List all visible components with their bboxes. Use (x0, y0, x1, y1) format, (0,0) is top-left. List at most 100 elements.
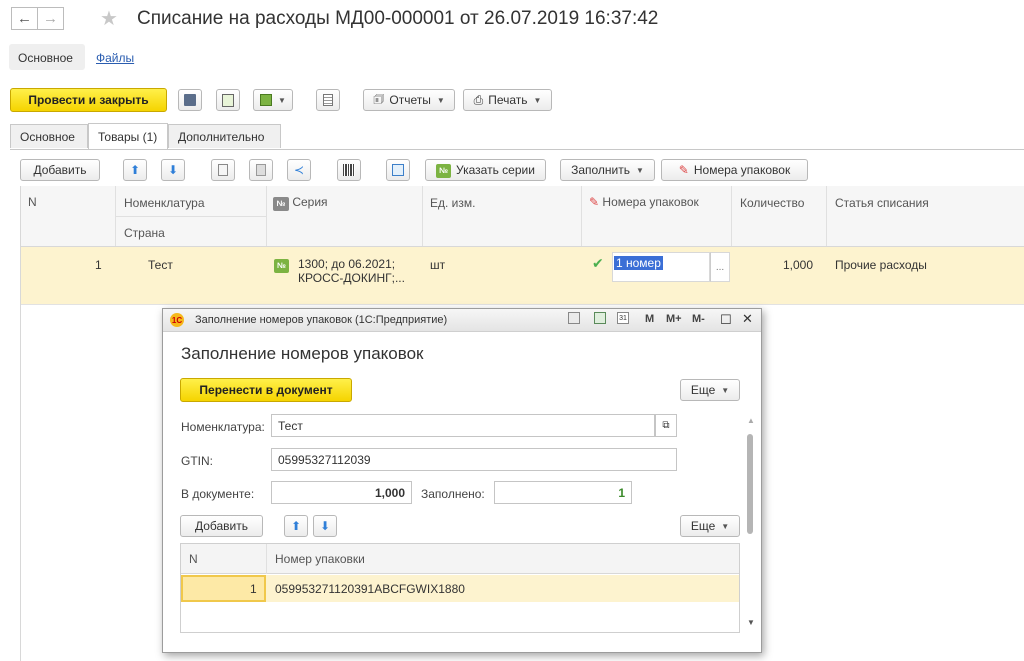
dialog-heading: Заполнение номеров упаковок (181, 344, 424, 363)
filled-field[interactable]: 1 (494, 481, 632, 504)
col-header-unit[interactable]: Ед. изм. (430, 196, 475, 210)
copy-icon (218, 164, 228, 176)
list-icon (323, 94, 333, 106)
move-down-button[interactable]: ⬇ (161, 159, 185, 181)
pack-numbers-button[interactable]: ✎ Номера упаковок (661, 159, 808, 181)
add-button[interactable]: Добавить (20, 159, 100, 181)
back-button[interactable]: ← (11, 7, 38, 30)
dialog-move-down-button[interactable]: ⬇ (313, 515, 337, 537)
split-button[interactable]: ≺ (287, 159, 311, 181)
pencil-icon: ✎ (678, 163, 689, 177)
pencil-icon: ✎ (589, 195, 600, 209)
dialog-window-title: Заполнение номеров упаковок (1С:Предприя… (195, 314, 448, 326)
more-button[interactable]: Еще ▼ (680, 379, 740, 401)
check-icon: ✔ (592, 255, 604, 271)
scroll-down-icon[interactable]: ▼ (747, 618, 755, 627)
checklist-icon (392, 164, 404, 176)
memory-plus-button[interactable]: M+ (666, 313, 682, 325)
col-header-nomenclature[interactable]: Номенклатура (124, 196, 205, 210)
arrow-down-icon: ⬇ (319, 519, 331, 533)
move-up-button[interactable]: ⬆ (123, 159, 147, 181)
calculator-icon[interactable] (594, 312, 606, 324)
structure-button[interactable] (316, 89, 340, 111)
arrow-down-icon: ⬇ (167, 163, 179, 177)
choose-button[interactable]: ... (710, 252, 730, 282)
col-header-pack-number[interactable]: Номер упаковки (275, 552, 365, 566)
col-header-article[interactable]: Статья списания (835, 196, 929, 210)
row-number: 1 (95, 258, 102, 272)
scroll-thumb[interactable] (747, 434, 753, 534)
maximize-icon[interactable]: ☐ (720, 312, 732, 328)
post-close-button[interactable]: Провести и закрыть (10, 88, 167, 112)
table-row[interactable] (20, 247, 1024, 304)
printer-icon: ⎙ (473, 92, 484, 107)
tab-goods[interactable]: Товары (1) (88, 123, 168, 149)
col-header-quantity[interactable]: Количество (740, 196, 804, 210)
col-header-n[interactable]: N (189, 552, 198, 566)
print-icon[interactable] (568, 312, 580, 324)
dialog-add-button[interactable]: Добавить (180, 515, 263, 537)
scroll-up-icon[interactable]: ▲ (747, 416, 755, 425)
select-button[interactable] (386, 159, 410, 181)
arrow-left-icon: ← (17, 10, 32, 27)
row-unit[interactable]: шт (430, 258, 445, 272)
row-packages[interactable]: 1 номер (614, 256, 663, 270)
create-based-button[interactable]: ▼ (253, 89, 293, 111)
memory-minus-button[interactable]: M- (692, 313, 705, 325)
1c-logo-icon: 1С (170, 313, 184, 327)
in-document-field[interactable]: 1,000 (271, 481, 412, 504)
nomenclature-field[interactable]: Тест (271, 414, 655, 437)
copy-button[interactable] (211, 159, 235, 181)
number-icon: № (273, 196, 289, 211)
tab-additional[interactable]: Дополнительно (168, 124, 281, 148)
col-header-country[interactable]: Страна (124, 226, 165, 240)
fill-button[interactable]: Заполнить ▼ (560, 159, 655, 181)
star-icon[interactable]: ★ (100, 6, 118, 31)
arrow-up-icon: ⬆ (129, 163, 141, 177)
dialog-scrollbar[interactable]: ▲ ▼ (744, 416, 756, 634)
paste-button[interactable] (249, 159, 273, 181)
memory-m-button[interactable]: M (645, 313, 654, 325)
tab-main[interactable]: Основное (10, 124, 88, 148)
series-icon: № (436, 162, 452, 178)
arrow-right-icon: → (43, 10, 58, 27)
dialog-more-button[interactable]: Еще ▼ (680, 515, 740, 537)
barcode-icon (343, 164, 355, 176)
label-in-document: В документе: (181, 487, 255, 501)
reports-button[interactable]: 🗊 Отчеты ▼ (363, 89, 455, 111)
open-icon[interactable]: ⧉ (655, 414, 677, 437)
row-quantity[interactable]: 1,000 (783, 258, 813, 272)
col-header-series[interactable]: № Серия (273, 195, 328, 211)
floppy-icon (184, 94, 196, 106)
col-header-n[interactable]: N (28, 195, 37, 209)
print-button[interactable]: ⎙ Печать ▼ (463, 89, 552, 111)
transfer-to-document-button[interactable]: Перенести в документ (180, 378, 352, 402)
page-title: Списание на расходы МД00-000001 от 26.07… (137, 8, 659, 29)
close-icon[interactable]: ✕ (742, 311, 753, 327)
create-based-icon (260, 94, 273, 106)
label-gtin: GTIN: (181, 454, 213, 468)
specify-series-button[interactable]: № Указать серии (425, 159, 546, 181)
row-article[interactable]: Прочие расходы (835, 258, 927, 272)
label-filled: Заполнено: (421, 487, 485, 501)
paste-icon (256, 164, 266, 176)
calendar-icon[interactable]: 31 (617, 312, 629, 324)
post-button[interactable] (216, 89, 240, 111)
row-nomenclature[interactable]: Тест (148, 258, 173, 272)
col-header-packages[interactable]: ✎ Номера упаковок (589, 195, 699, 209)
dialog-move-up-button[interactable]: ⬆ (284, 515, 308, 537)
row-series[interactable]: 1300; до 06.2021; КРОСС-ДОКИНГ;... (298, 257, 405, 285)
row-pack-number[interactable]: 059953271120391ABCFGWIX1880 (275, 582, 465, 596)
report-icon: 🗊 (373, 91, 385, 106)
row-series-icon: № (274, 257, 289, 273)
arrow-up-icon: ⬆ (290, 519, 302, 533)
save-button[interactable] (178, 89, 202, 111)
gtin-field[interactable]: 05995327112039 (271, 448, 677, 471)
forward-button[interactable]: → (37, 7, 64, 30)
label-nomenclature: Номенклатура: (181, 420, 265, 434)
row-number: 1 (250, 582, 257, 596)
post-document-icon (222, 93, 234, 107)
link-main[interactable]: Основное (18, 51, 73, 65)
barcode-button[interactable] (337, 159, 361, 181)
link-files[interactable]: Файлы (96, 51, 134, 65)
